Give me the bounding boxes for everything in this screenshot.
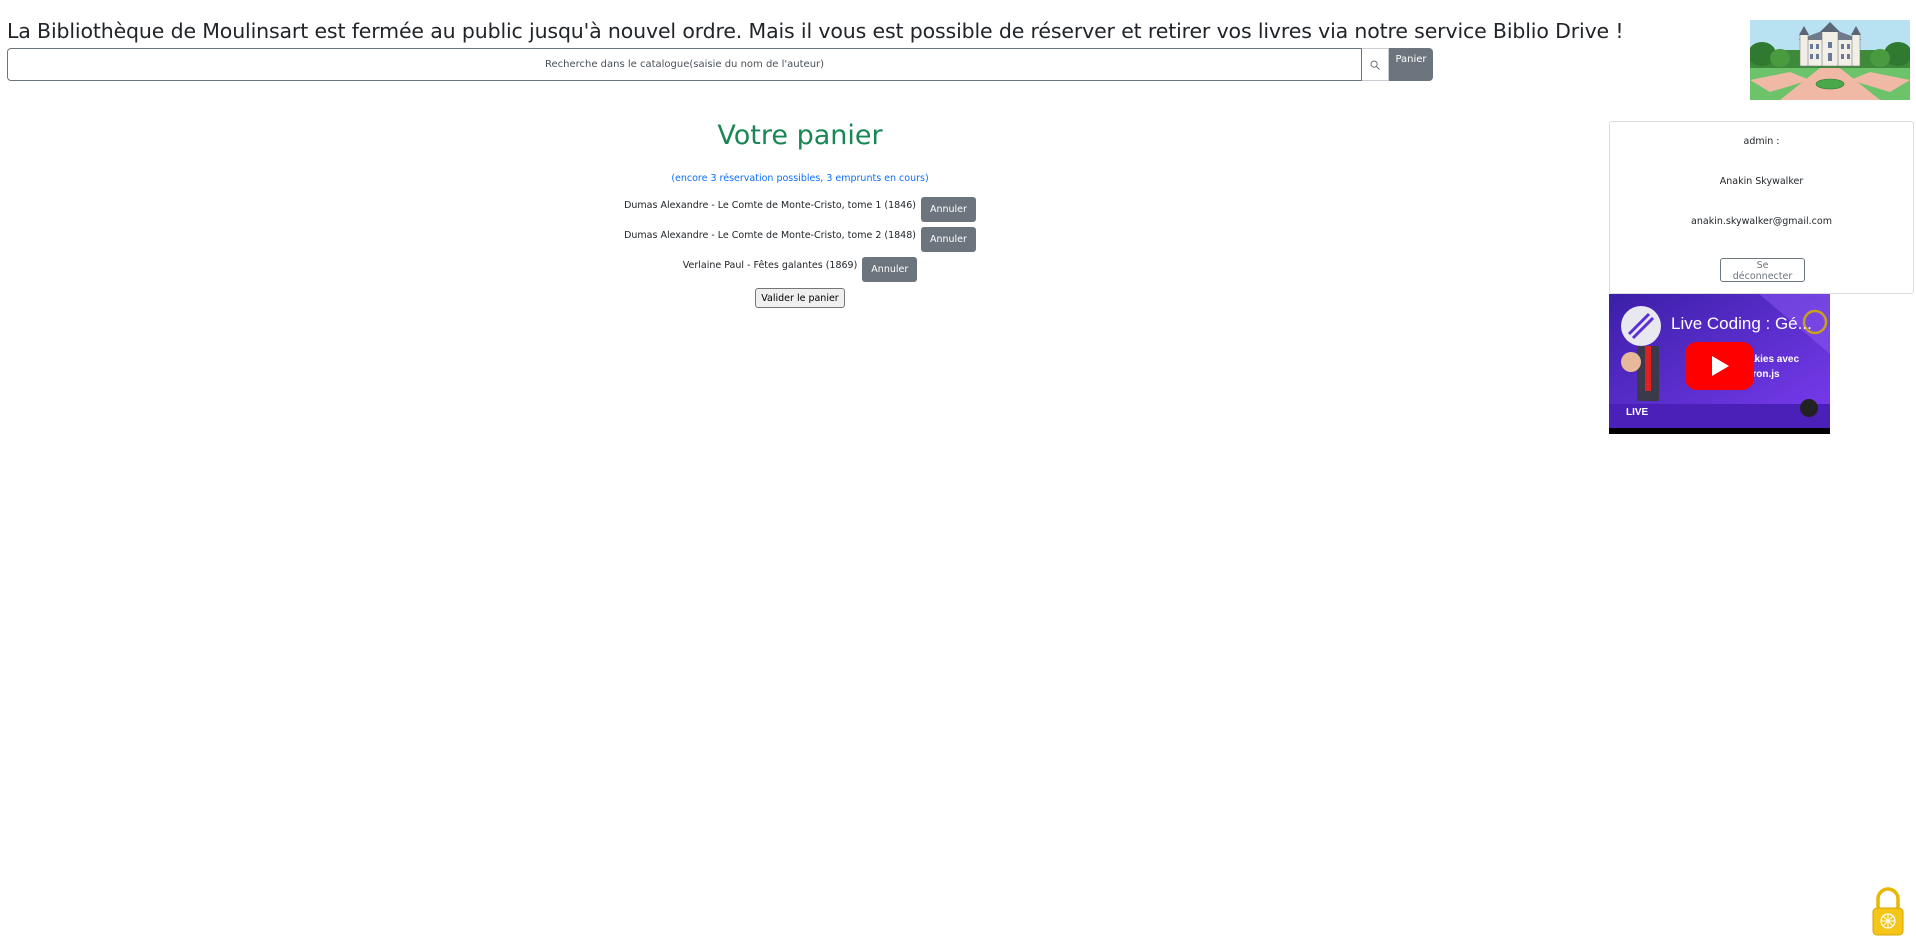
cart-title: Votre panier [717,120,883,151]
page: La Bibliothèque de Moulinsart est fermée… [0,0,1916,942]
moulinsart-castle-image [1750,20,1910,100]
video-live-label: LIVE [1626,407,1649,418]
closure-announcement: La Bibliothèque de Moulinsart est fermée… [7,19,1624,43]
panier-button[interactable]: Panier [1389,48,1433,81]
user-name: Anakin Skywalker [1719,176,1804,187]
play-icon[interactable] [1685,342,1754,390]
video-title: Live Coding : Gé... [1671,314,1812,333]
cart-item: Dumas Alexandre - Le Comte de Monte-Cris… [0,197,1600,222]
cart-item-label: Dumas Alexandre - Le Comte de Monte-Cris… [624,200,916,211]
search-button[interactable] [1362,48,1389,81]
search-bar: Panier [7,48,1433,81]
cart-status: (encore 3 réservation possibles, 3 empru… [671,173,929,184]
validate-cart-button[interactable]: Valider le panier [755,288,845,308]
video-overlay-line: akies avec [1749,354,1800,365]
user-role: admin : [1743,136,1780,147]
search-input[interactable] [7,48,1362,81]
validate-cart-wrapper: Valider le panier [0,288,1600,308]
cart-item-label: Dumas Alexandre - Le Comte de Monte-Cris… [624,230,916,241]
user-email: anakin.skywalker@gmail.com [1691,216,1832,227]
user-info-card: admin : Anakin Skywalker anakin.skywalke… [1609,121,1914,294]
logout-button[interactable]: Se déconnecter [1720,258,1805,282]
search-icon [1370,59,1380,70]
youtube-video-embed[interactable]: Live Coding : Gé... akies avec tron.js L… [1609,294,1830,434]
cart-item-label: Verlaine Paul - Fêtes galantes (1869) [682,260,858,271]
cancel-reservation-button[interactable]: Annuler [920,197,976,222]
cancel-reservation-button[interactable]: Annuler [920,227,976,252]
cart-item: Verlaine Paul - Fêtes galantes (1869) An… [0,257,1600,282]
video-overlay-text: akies avec tron.js [1749,352,1799,382]
video-overlay-line: tron.js [1749,369,1780,380]
cancel-reservation-button[interactable]: Annuler [862,257,918,282]
cart-item: Dumas Alexandre - Le Comte de Monte-Cris… [0,227,1600,252]
lock-icon[interactable] [1870,887,1906,937]
